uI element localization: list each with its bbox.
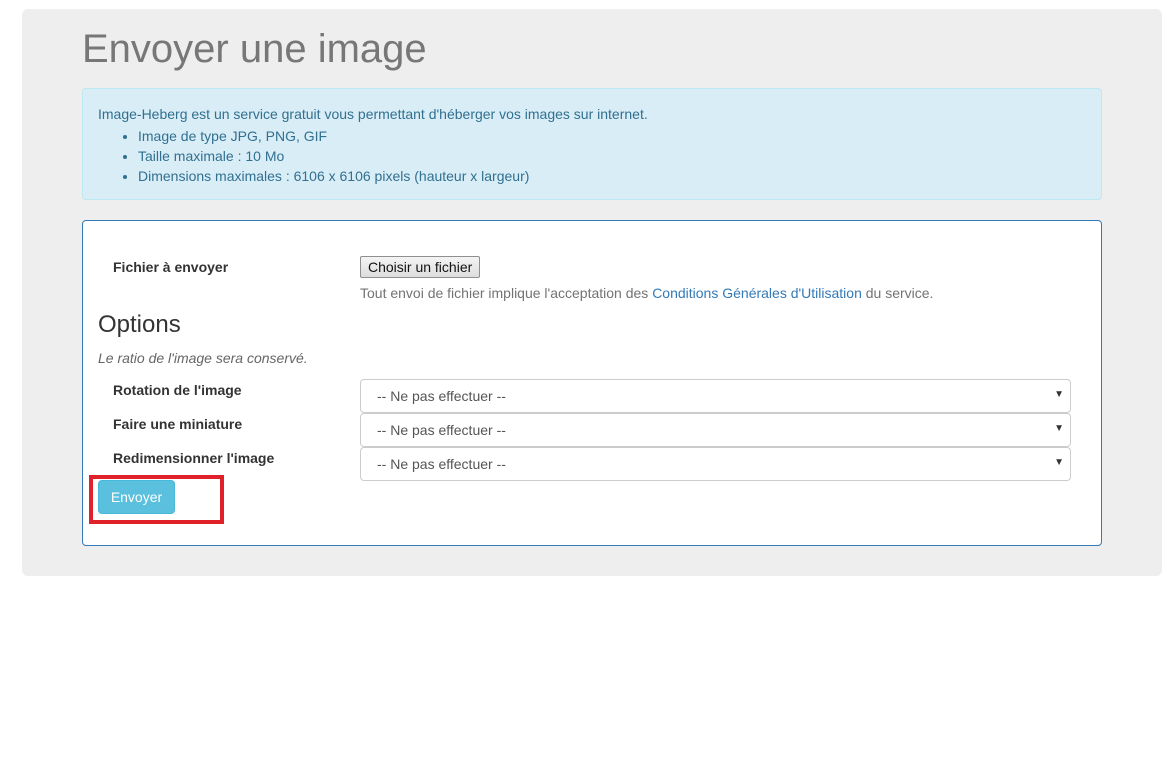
resize-select[interactable]: -- Ne pas effectuer -- ▼ [360, 447, 1071, 481]
chevron-down-icon: ▼ [1054, 389, 1064, 400]
page-title: Envoyer une image [82, 27, 427, 71]
resize-select-value: -- Ne pas effectuer -- [377, 456, 506, 472]
rotation-label: Rotation de l'image [113, 382, 242, 398]
info-item-type: Image de type JPG, PNG, GIF [138, 126, 529, 146]
rotation-select[interactable]: -- Ne pas effectuer -- ▼ [360, 379, 1071, 413]
terms-help-suffix: du service. [861, 285, 934, 301]
choose-file-button[interactable]: Choisir un fichier [360, 256, 481, 278]
info-item-dimensions: Dimensions maximales : 6106 x 6106 pixel… [138, 166, 529, 186]
terms-link[interactable]: Conditions Générales d'Utilisation [652, 285, 862, 301]
thumbnail-select-value: -- Ne pas effectuer -- [377, 422, 506, 438]
upload-form-panel: Fichier à envoyer Choisir un fichier Tou… [82, 220, 1102, 546]
terms-help-prefix: Tout envoi de fichier implique l'accepta… [360, 285, 653, 301]
chevron-down-icon: ▼ [1054, 457, 1064, 468]
chevron-down-icon: ▼ [1054, 423, 1064, 434]
thumbnail-select[interactable]: -- Ne pas effectuer -- ▼ [360, 413, 1071, 447]
file-label: Fichier à envoyer [113, 259, 229, 275]
resize-label: Redimensionner l'image [113, 450, 275, 466]
info-list: Image de type JPG, PNG, GIF Taille maxim… [98, 126, 529, 186]
rotation-select-value: -- Ne pas effectuer -- [377, 388, 506, 404]
highlight-annotation [89, 475, 224, 524]
options-title: Options [98, 311, 181, 338]
thumbnail-label: Faire une miniature [113, 416, 243, 432]
info-item-size: Taille maximale : 10 Mo [138, 146, 529, 166]
terms-help-text: Tout envoi de fichier implique l'accepta… [360, 285, 933, 301]
info-intro: Image-Heberg est un service gratuit vous… [98, 106, 648, 122]
info-alert: Image-Heberg est un service gratuit vous… [82, 88, 1102, 200]
options-note: Le ratio de l'image sera conservé. [98, 350, 308, 366]
